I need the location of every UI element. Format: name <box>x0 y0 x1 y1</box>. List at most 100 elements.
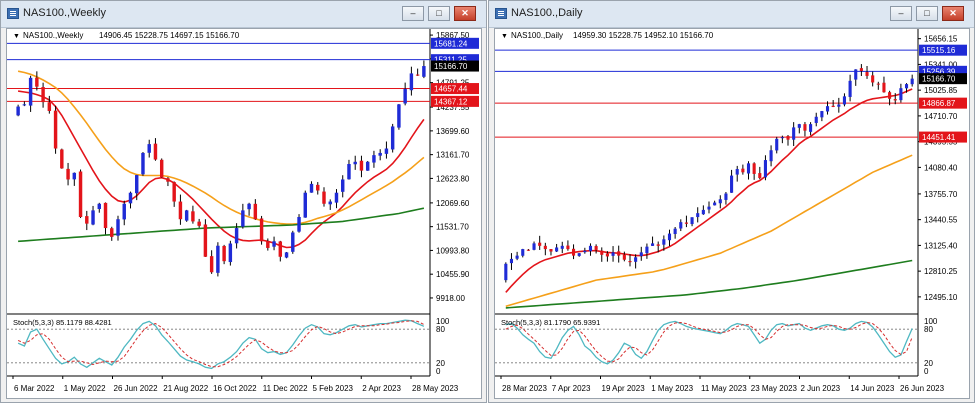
bear-candle <box>617 251 621 256</box>
bull-candle <box>353 161 357 165</box>
price-tick-label: 13440.55 <box>924 216 958 225</box>
bear-candle <box>605 253 609 257</box>
bear-candle <box>628 261 632 263</box>
bull-candle <box>904 84 909 89</box>
bull-candle <box>409 73 414 91</box>
maximize-button[interactable]: □ <box>916 6 938 21</box>
bear-candle <box>538 242 542 246</box>
bull-candle <box>372 155 376 163</box>
bull-candle <box>746 163 751 174</box>
price-tick-label: 14710.70 <box>924 112 958 121</box>
maximize-button[interactable]: □ <box>428 6 450 21</box>
window-titlebar[interactable]: NAS100.,Weekly ‒ □ ✕ <box>1 1 486 28</box>
bull-candle <box>837 104 841 107</box>
bull-candle <box>645 246 649 254</box>
stoch-main-line <box>505 320 913 365</box>
bull-candle <box>696 213 700 218</box>
bull-candle <box>651 243 655 246</box>
bull-candle <box>122 203 126 220</box>
bull-candle <box>611 252 615 256</box>
chart-canvas[interactable]: 15656.1515341.0015025.8514710.7014395.55… <box>495 29 969 398</box>
price-label-text: 15515.16 <box>922 46 956 55</box>
bull-candle <box>679 222 683 229</box>
close-button[interactable]: ✕ <box>942 6 964 21</box>
bull-candle <box>309 183 314 193</box>
time-tick-label: 6 Mar 2022 <box>14 384 55 393</box>
time-tick-label: 11 Dec 2022 <box>263 384 308 393</box>
bull-candle <box>848 80 852 97</box>
bull-candle <box>28 77 33 106</box>
bull-candle <box>135 175 139 194</box>
bull-candle <box>825 106 830 112</box>
stoch-tick-label: 80 <box>924 325 933 334</box>
stoch-tick-label: 0 <box>436 367 441 376</box>
minimize-button[interactable]: ‒ <box>890 6 912 21</box>
bear-candle <box>66 168 70 180</box>
chart-area[interactable]: 15867.5015329.4514791.2514237.5513699.60… <box>6 28 482 399</box>
bull-candle <box>724 193 728 200</box>
price-tick-label: 13161.70 <box>436 151 470 160</box>
bull-candle <box>639 252 643 257</box>
bull-candle <box>763 160 767 178</box>
bear-candle <box>415 74 420 76</box>
bear-candle <box>893 99 897 101</box>
bear-candle <box>278 241 283 257</box>
bull-candle <box>97 203 101 209</box>
window-titlebar[interactable]: NAS100.,Daily ‒ □ ✕ <box>489 1 974 28</box>
chart-window-icon <box>7 8 19 19</box>
bear-candle <box>316 184 320 191</box>
bull-candle <box>588 245 593 252</box>
time-tick-label: 16 Oct 2022 <box>213 384 257 393</box>
price-label-text: 14657.44 <box>434 85 468 94</box>
minimize-button[interactable]: ‒ <box>402 6 424 21</box>
price-tick-label: 13125.40 <box>924 241 958 250</box>
chart-window-weekly[interactable]: NAS100.,Weekly ‒ □ ✕ 15867.5015329.45147… <box>0 0 487 403</box>
bear-candle <box>166 178 170 182</box>
time-tick-label: 2 Apr 2023 <box>362 384 401 393</box>
chart-header-ohlc: 14906.45 15228.75 14697.15 15166.70 <box>99 31 240 40</box>
window-title: NAS100.,Weekly <box>23 7 106 19</box>
price-label-text: 14367.12 <box>434 97 468 106</box>
price-tick-label: 10993.80 <box>436 246 470 255</box>
bear-candle <box>888 92 892 99</box>
price-tick-label: 15025.85 <box>924 86 958 95</box>
bull-candle <box>334 192 339 203</box>
bull-candle <box>667 233 672 241</box>
time-tick-label: 5 Feb 2023 <box>313 384 354 393</box>
bear-candle <box>786 136 790 140</box>
chart-window-daily[interactable]: NAS100.,Daily ‒ □ ✕ 15656.15 15341.00 1502… <box>488 0 975 403</box>
bull-candle <box>297 217 301 232</box>
bull-candle <box>147 144 151 153</box>
bear-candle <box>259 218 264 242</box>
close-button[interactable]: ✕ <box>454 6 476 21</box>
window-title: NAS100.,Daily <box>511 7 583 19</box>
time-tick-label: 28 Mar 2023 <box>502 384 547 393</box>
price-tick-label: 14080.40 <box>924 163 958 172</box>
chart-area[interactable]: 15656.1515341.0015025.8514710.7014395.55… <box>494 28 970 399</box>
bull-candle <box>141 152 145 175</box>
time-tick-label: 11 May 2023 <box>701 384 747 393</box>
bear-candle <box>103 202 108 229</box>
bear-candle <box>594 246 598 250</box>
bear-candle <box>35 77 39 87</box>
chart-header-ohlc: 14959.30 15228.75 14952.10 15166.70 <box>573 31 714 40</box>
bull-candle <box>701 209 705 215</box>
bear-candle <box>60 149 64 169</box>
bull-candle <box>422 66 426 77</box>
bull-candle <box>72 172 77 180</box>
bull-candle <box>303 192 307 218</box>
bear-candle <box>656 244 660 246</box>
bear-candle <box>752 163 756 174</box>
bull-candle <box>504 263 508 281</box>
bull-candle <box>690 217 694 225</box>
price-tick-label: 12495.10 <box>924 293 958 302</box>
chart-canvas[interactable]: 15867.5015329.4514791.2514237.5513699.60… <box>7 29 481 398</box>
bull-candle <box>272 241 276 247</box>
bear-candle <box>882 82 886 93</box>
bear-candle <box>526 249 530 251</box>
time-tick-label: 21 Aug 2022 <box>163 384 208 393</box>
bear-candle <box>153 143 158 160</box>
time-tick-label: 23 May 2023 <box>751 384 798 393</box>
bear-candle <box>622 254 626 260</box>
bull-candle <box>116 219 120 236</box>
